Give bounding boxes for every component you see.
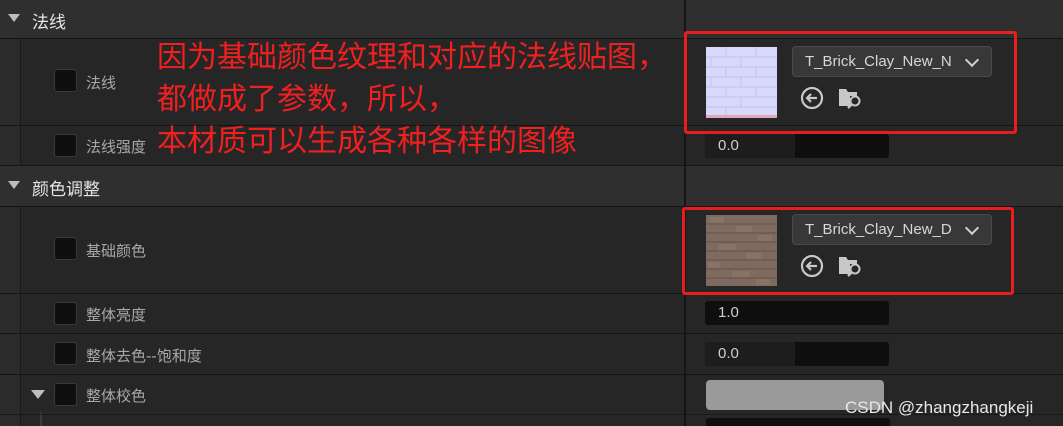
annotation-highlight-box <box>684 31 1017 134</box>
param-label: 整体校色 <box>86 387 147 405</box>
override-checkbox[interactable] <box>54 342 77 365</box>
watermark: CSDN @zhangzhangkeji <box>845 398 1034 417</box>
desaturation-input[interactable]: 0.0 <box>705 342 889 366</box>
override-checkbox[interactable] <box>54 302 77 325</box>
override-checkbox[interactable] <box>54 237 77 260</box>
param-label: 法线强度 <box>86 138 147 156</box>
expand-triangle-icon[interactable] <box>8 181 20 189</box>
annotation-text-line: 都做成了参数，所以， <box>157 82 457 117</box>
expand-triangle-icon[interactable] <box>8 14 20 22</box>
param-label: 整体亮度 <box>86 306 147 324</box>
param-label: 基础颜色 <box>86 242 147 260</box>
param-row-desaturation: 整体去色--饱和度 0.0 <box>0 334 1063 375</box>
param-row-brightness: 整体亮度 1.0 <box>0 294 1063 334</box>
normal-strength-input[interactable]: 0.0 <box>705 134 889 158</box>
param-label: 法线 <box>86 74 117 92</box>
override-checkbox[interactable] <box>54 134 77 157</box>
override-checkbox[interactable] <box>54 69 77 92</box>
annotation-text-line: 本材质可以生成各种各样的图像 <box>157 124 577 159</box>
section-title: 法线 <box>32 13 66 33</box>
section-title: 颜色调整 <box>32 180 100 200</box>
details-panel: 法线 法线 T_Brick_Clay_New_N 法线强度 0.0 颜色调整 基… <box>0 0 1063 426</box>
annotation-highlight-box <box>682 207 1014 295</box>
override-checkbox[interactable] <box>54 383 77 406</box>
brightness-input[interactable]: 1.0 <box>705 301 889 325</box>
annotation-text-line: 因为基础颜色纹理和对应的法线贴图， <box>157 40 667 75</box>
expand-triangle-icon[interactable] <box>31 390 45 399</box>
section-header-color[interactable]: 颜色调整 <box>0 166 1063 207</box>
param-label: 整体去色--饱和度 <box>86 347 202 365</box>
